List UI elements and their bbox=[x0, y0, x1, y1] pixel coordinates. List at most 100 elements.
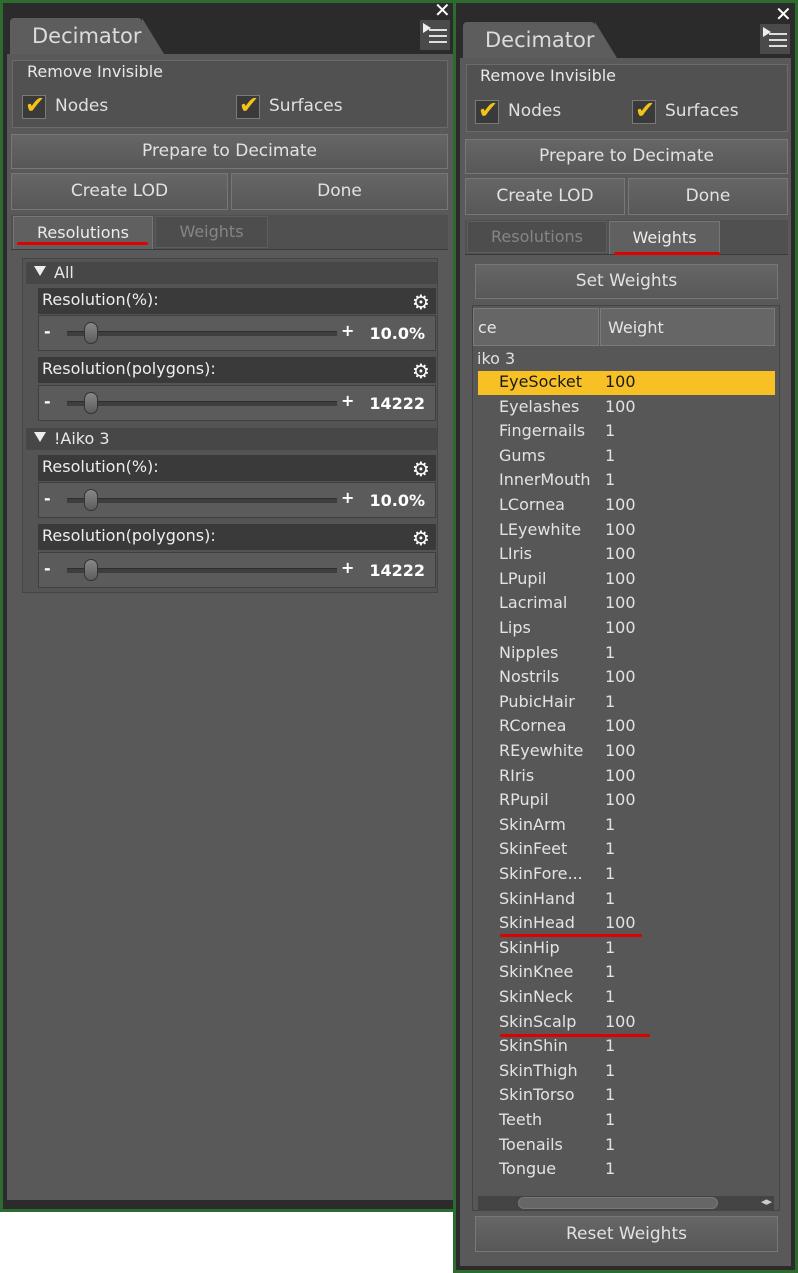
surface-weight[interactable]: 1 bbox=[605, 864, 615, 883]
surface-weight[interactable]: 1 bbox=[605, 1085, 615, 1104]
surface-weight[interactable]: 1 bbox=[605, 987, 615, 1006]
surface-row[interactable]: RCornea 100 bbox=[478, 715, 775, 739]
slider-resolution-percent[interactable]: - + 10.0% bbox=[38, 482, 436, 518]
surface-weight[interactable]: 1 bbox=[605, 889, 615, 908]
set-weights-button[interactable]: Set Weights bbox=[475, 264, 778, 299]
surface-weight[interactable]: 1 bbox=[605, 1061, 615, 1080]
surface-weight[interactable]: 1 bbox=[605, 1159, 615, 1178]
panel-menu-icon[interactable] bbox=[420, 20, 450, 50]
surface-weight[interactable]: 100 bbox=[605, 495, 636, 514]
surface-row[interactable]: REyewhite 100 bbox=[478, 740, 775, 764]
done-button[interactable]: Done bbox=[628, 178, 788, 215]
surface-weight[interactable]: 1 bbox=[605, 446, 615, 465]
increment-icon[interactable]: + bbox=[341, 391, 354, 410]
nodes-checkbox[interactable]: ✔ bbox=[475, 96, 499, 124]
column-header-surface[interactable]: ce bbox=[473, 308, 599, 346]
surface-row[interactable]: Lacrimal 100 bbox=[478, 592, 775, 616]
surface-weight[interactable]: 100 bbox=[605, 520, 636, 539]
surface-row[interactable]: Nostrils 100 bbox=[478, 666, 775, 690]
surface-weight[interactable]: 100 bbox=[605, 790, 636, 809]
slider-resolution-polygons[interactable]: - + 14222 bbox=[38, 385, 436, 421]
panel-menu-icon[interactable] bbox=[760, 24, 790, 54]
surface-weight[interactable]: 1 bbox=[605, 643, 615, 662]
surface-row[interactable]: SkinHand 1 bbox=[478, 888, 775, 912]
close-icon[interactable]: ✕ bbox=[434, 0, 451, 20]
decrement-icon[interactable]: - bbox=[44, 322, 51, 341]
figure-group-label[interactable]: iko 3 bbox=[477, 349, 515, 368]
surface-row[interactable]: Fingernails 1 bbox=[478, 420, 775, 444]
param-value[interactable]: 10.0% bbox=[359, 491, 425, 510]
surface-row[interactable]: SkinShin 1 bbox=[478, 1035, 775, 1059]
nodes-checkbox[interactable]: ✔ bbox=[22, 91, 46, 119]
slider-handle[interactable] bbox=[84, 559, 98, 581]
surface-weight[interactable]: 100 bbox=[605, 741, 636, 760]
decrement-icon[interactable]: - bbox=[44, 489, 51, 508]
surface-row[interactable]: EyeSocket 100 bbox=[478, 371, 775, 395]
slider-track[interactable] bbox=[67, 498, 337, 503]
surface-row[interactable]: SkinFeet 1 bbox=[478, 838, 775, 862]
surface-weight[interactable]: 100 bbox=[605, 716, 636, 735]
prepare-to-decimate-button[interactable]: Prepare to Decimate bbox=[11, 134, 448, 169]
scrollbar-thumb[interactable] bbox=[518, 1197, 718, 1209]
surface-weight[interactable]: 100 bbox=[605, 667, 636, 686]
surface-weight[interactable]: 1 bbox=[605, 1036, 615, 1055]
decrement-icon[interactable]: - bbox=[44, 559, 51, 578]
slider-resolution-polygons[interactable]: - + 14222 bbox=[38, 552, 436, 588]
surface-row[interactable]: Toenails 1 bbox=[478, 1134, 775, 1158]
column-header-weight[interactable]: Weight bbox=[600, 308, 775, 346]
panel-title-tab[interactable]: Decimator bbox=[463, 22, 595, 58]
surface-row[interactable]: SkinHead 100 bbox=[478, 912, 775, 936]
surface-weight[interactable]: 100 bbox=[605, 766, 636, 785]
tab-weights[interactable]: Weights bbox=[609, 221, 720, 254]
surface-weight[interactable]: 100 bbox=[605, 372, 636, 391]
surface-weight[interactable]: 100 bbox=[605, 544, 636, 563]
surface-weight[interactable]: 100 bbox=[605, 618, 636, 637]
surface-row[interactable]: LIris 100 bbox=[478, 543, 775, 567]
surfaces-checkbox[interactable]: ✔ bbox=[236, 91, 260, 119]
slider-track[interactable] bbox=[67, 401, 337, 406]
prepare-to-decimate-button[interactable]: Prepare to Decimate bbox=[465, 139, 788, 174]
surface-weight[interactable]: 1 bbox=[605, 962, 615, 981]
param-value[interactable]: 14222 bbox=[359, 561, 425, 580]
slider-resolution-percent[interactable]: - + 10.0% bbox=[38, 315, 436, 351]
surface-row[interactable]: SkinThigh 1 bbox=[478, 1060, 775, 1084]
increment-icon[interactable]: + bbox=[341, 321, 354, 340]
done-button[interactable]: Done bbox=[231, 173, 448, 210]
create-lod-button[interactable]: Create LOD bbox=[465, 178, 625, 215]
surface-weight[interactable]: 1 bbox=[605, 421, 615, 440]
surface-row[interactable]: Teeth 1 bbox=[478, 1109, 775, 1133]
surface-row[interactable]: LEyewhite 100 bbox=[478, 519, 775, 543]
surface-weight[interactable]: 1 bbox=[605, 692, 615, 711]
surface-row[interactable]: Tongue 1 bbox=[478, 1158, 775, 1182]
slider-handle[interactable] bbox=[84, 322, 98, 344]
gear-icon[interactable]: ⚙ bbox=[412, 528, 430, 548]
surface-row[interactable]: SkinHip 1 bbox=[478, 937, 775, 961]
gear-icon[interactable]: ⚙ bbox=[412, 361, 430, 381]
surface-row[interactable]: InnerMouth 1 bbox=[478, 469, 775, 493]
create-lod-button[interactable]: Create LOD bbox=[11, 173, 228, 210]
surface-row[interactable]: Eyelashes 100 bbox=[478, 396, 775, 420]
surface-weight[interactable]: 1 bbox=[605, 938, 615, 957]
gear-icon[interactable]: ⚙ bbox=[412, 292, 430, 312]
slider-track[interactable] bbox=[67, 568, 337, 573]
slider-handle[interactable] bbox=[84, 489, 98, 511]
surface-weight[interactable]: 100 bbox=[605, 913, 636, 932]
surface-row[interactable]: SkinScalp 100 bbox=[478, 1011, 775, 1035]
tree-group-aiko[interactable]: !Aiko 3 bbox=[26, 428, 437, 450]
scroll-arrows-icon[interactable]: ◂▸ bbox=[761, 1195, 772, 1208]
surface-weight[interactable]: 100 bbox=[605, 569, 636, 588]
surface-weight[interactable]: 1 bbox=[605, 470, 615, 489]
gear-icon[interactable]: ⚙ bbox=[412, 459, 430, 479]
surface-weight[interactable]: 1 bbox=[605, 839, 615, 858]
surface-row[interactable]: SkinArm 1 bbox=[478, 814, 775, 838]
panel-title-tab[interactable]: Decimator bbox=[10, 18, 142, 54]
surface-row[interactable]: RIris 100 bbox=[478, 765, 775, 789]
surface-row[interactable]: RPupil 100 bbox=[478, 789, 775, 813]
param-value[interactable]: 14222 bbox=[359, 394, 425, 413]
tab-weights[interactable]: Weights bbox=[155, 216, 268, 248]
surface-weight[interactable]: 100 bbox=[605, 1012, 636, 1031]
slider-handle[interactable] bbox=[84, 392, 98, 414]
surface-row[interactable]: SkinTorso 1 bbox=[478, 1084, 775, 1108]
surface-row[interactable]: Lips 100 bbox=[478, 617, 775, 641]
increment-icon[interactable]: + bbox=[341, 558, 354, 577]
